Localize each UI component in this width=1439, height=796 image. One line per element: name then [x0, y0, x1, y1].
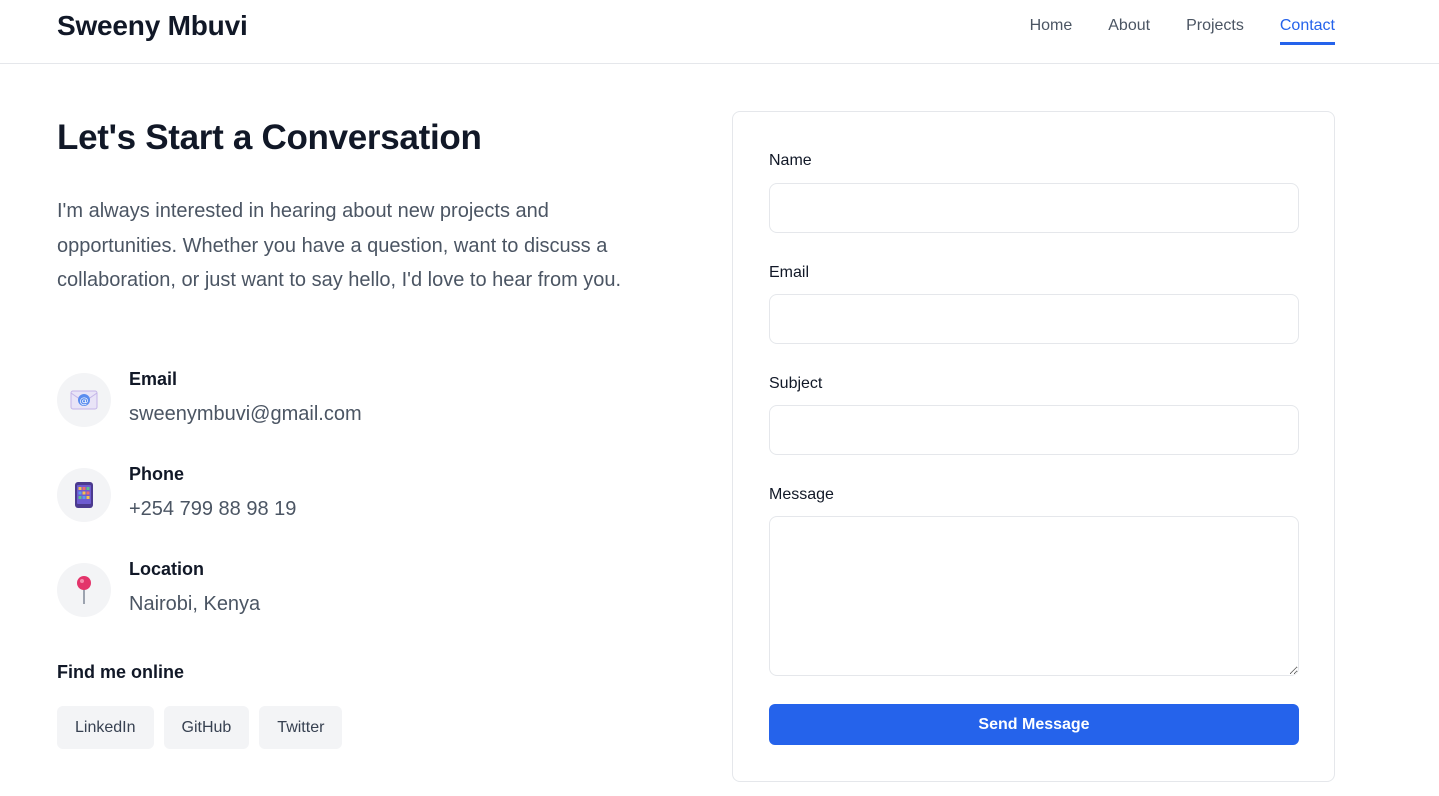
message-label: Message — [769, 486, 834, 503]
main-nav: Home About Projects Contact — [1030, 17, 1335, 45]
contact-email: @ Email sweenymbuvi@gmail.com — [57, 369, 557, 433]
nav-projects[interactable]: Projects — [1186, 17, 1244, 45]
contact-phone: Phone +254 799 88 98 19 — [57, 464, 557, 528]
envelope-icon: @ — [57, 373, 111, 427]
contact-intro: Let's Start a Conversation I'm always in… — [57, 112, 667, 298]
page-title: Let's Start a Conversation — [57, 118, 482, 157]
subject-label: Subject — [769, 375, 823, 392]
message-textarea[interactable] — [769, 516, 1299, 676]
github-link[interactable]: GitHub — [163, 706, 250, 749]
contact-form: Name Email Subject Message Send Message — [732, 111, 1335, 782]
name-label: Name — [769, 152, 812, 169]
social-title: Find me online — [57, 662, 185, 682]
email-value[interactable]: sweenymbuvi@gmail.com — [129, 403, 362, 426]
phone-value[interactable]: +254 799 88 98 19 — [129, 498, 296, 521]
nav-home[interactable]: Home — [1030, 17, 1073, 45]
nav-about[interactable]: About — [1108, 17, 1150, 45]
nav-contact[interactable]: Contact — [1279, 17, 1335, 45]
twitter-link[interactable]: Twitter — [259, 706, 343, 749]
phone-label: Phone — [129, 464, 185, 484]
pin-icon — [57, 563, 111, 617]
location-label: Location — [129, 559, 204, 579]
send-message-button[interactable]: Send Message — [769, 704, 1299, 745]
linkedin-link[interactable]: LinkedIn — [57, 706, 154, 749]
mobile-phone-icon — [57, 468, 111, 522]
subject-input[interactable] — [769, 405, 1299, 455]
contact-location: Location Nairobi, Kenya — [57, 559, 557, 623]
name-input[interactable] — [769, 183, 1299, 233]
email-input[interactable] — [769, 294, 1299, 344]
site-header: Sweeny Mbuvi Home About Projects Contact — [0, 0, 1439, 64]
site-logo[interactable]: Sweeny Mbuvi — [57, 10, 248, 42]
social-links: LinkedIn GitHub Twitter — [57, 706, 343, 749]
email-field-label: Email — [769, 264, 810, 281]
email-label: Email — [129, 369, 178, 389]
svg-text:@: @ — [80, 397, 89, 407]
location-value: Nairobi, Kenya — [129, 593, 261, 615]
intro-paragraph: I'm always interested in hearing about n… — [57, 200, 622, 291]
